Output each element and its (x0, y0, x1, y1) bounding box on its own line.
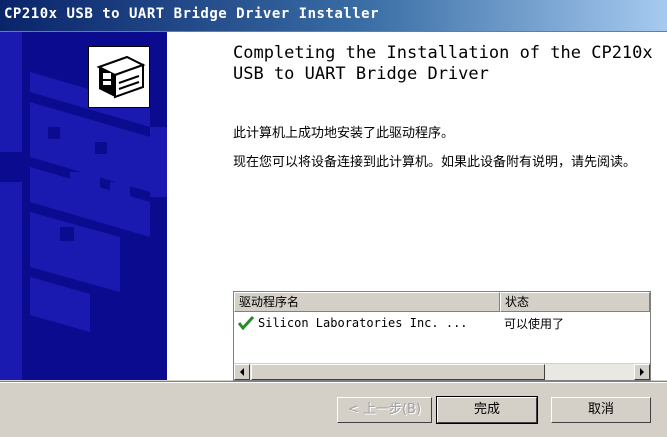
back-button[interactable]: < 上一步(B) (337, 397, 432, 423)
driver-status: 可以使用了 (504, 316, 565, 331)
driver-name-cell: Silicon Laboratories Inc. ... (234, 316, 500, 330)
column-header-status[interactable]: 状态 (500, 292, 650, 312)
success-message: 此计算机上成功地安装了此驱动程序。 (233, 126, 455, 141)
driver-list[interactable]: 驱动程序名 状态 Silicon Laboratories Inc. ... 可… (233, 291, 651, 381)
title-bar[interactable]: CP210x USB to UART Bridge Driver Install… (0, 0, 667, 32)
window-title: CP210x USB to UART Bridge Driver Install… (4, 6, 380, 22)
connect-instructions: 现在您可以将设备连接到此计算机。如果此设备附有说明，请先阅读。 (233, 155, 637, 170)
driver-list-header: 驱动程序名 状态 (234, 292, 650, 312)
button-bar: < 上一步(B) 完成 取消 (0, 381, 667, 437)
wizard-content: Completing the Installation of the CP210… (167, 32, 667, 381)
scroll-thumb[interactable] (251, 364, 545, 380)
scroll-right-button[interactable] (634, 364, 650, 380)
installer-window: CP210x USB to UART Bridge Driver Install… (0, 0, 667, 437)
scroll-left-button[interactable] (234, 364, 250, 380)
drive-box-icon (91, 49, 147, 105)
column-header-driver-name[interactable]: 驱动程序名 (234, 292, 500, 312)
installer-logo (88, 46, 150, 108)
finish-button[interactable]: 完成 (436, 396, 538, 424)
driver-name: Silicon Laboratories Inc. ... (258, 316, 468, 330)
arrow-right-icon (640, 368, 644, 376)
check-icon (238, 316, 254, 330)
horizontal-scrollbar[interactable] (234, 363, 650, 380)
cancel-button[interactable]: 取消 (551, 397, 651, 423)
page-heading: Completing the Installation of the CP210… (233, 43, 653, 84)
wizard-sidebar (0, 32, 167, 380)
arrow-left-icon (240, 368, 244, 376)
table-row[interactable]: Silicon Laboratories Inc. ... 可以使用了 (234, 313, 650, 333)
